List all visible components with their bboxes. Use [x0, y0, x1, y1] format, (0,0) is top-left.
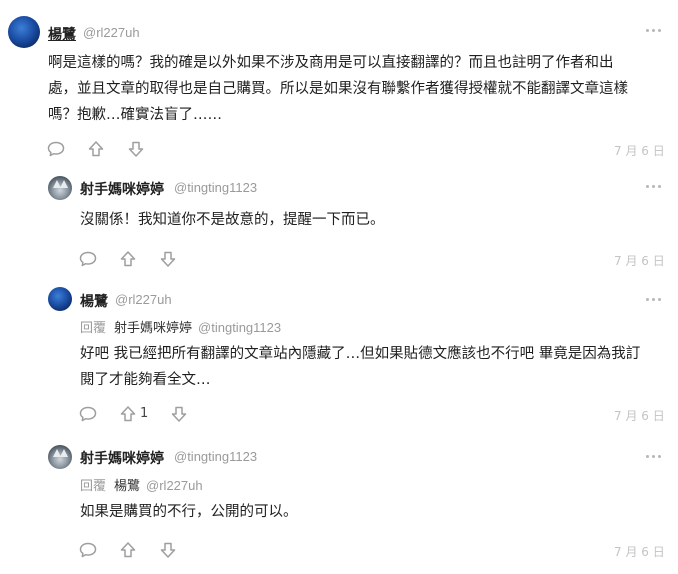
- reply-to: 回覆 楊鷺 @rl227uh: [80, 475, 203, 494]
- reply-label: 回覆: [80, 479, 107, 494]
- reply-label: 回覆: [80, 321, 107, 336]
- author-name[interactable]: 射手媽咪婷婷: [80, 179, 164, 199]
- comment-date: 7 月 6 日: [614, 254, 665, 268]
- upvote-icon[interactable]: [87, 140, 105, 158]
- comment-icon[interactable]: [79, 542, 97, 558]
- comment-body: 啊是這樣的嗎？我的確是以外如果不涉及商用是可以直接翻譯的？而且也註明了作者和出 …: [48, 50, 658, 128]
- upvote-icon[interactable]: [119, 250, 137, 268]
- comment-icon[interactable]: [79, 251, 97, 267]
- comment-line: 如果是購買的不行，公開的可以。: [80, 504, 298, 520]
- avatar[interactable]: [8, 16, 40, 48]
- downvote-icon[interactable]: [159, 541, 177, 559]
- reply-to-handle: @tingting1123: [198, 320, 282, 335]
- comment-icon[interactable]: [47, 141, 65, 157]
- reply-to: 回覆 射手媽咪婷婷 @tingting1123: [80, 317, 281, 336]
- reply-to-handle: @rl227uh: [146, 478, 203, 493]
- upvote-icon[interactable]: [119, 541, 137, 559]
- comment-body: 如果是購買的不行，公開的可以。: [80, 499, 660, 525]
- downvote-icon[interactable]: [127, 140, 145, 158]
- comment-line: 處，並且文章的取得也是自己購買。所以是如果沒有聯繫作者獲得授權就不能翻譯文章這樣: [48, 81, 628, 97]
- comment-body: 沒關係！我知道你不是故意的，提醒一下而已。: [80, 207, 660, 233]
- avatar[interactable]: [48, 287, 72, 311]
- comment-date: 7 月 6 日: [614, 144, 665, 158]
- comment-icon[interactable]: [79, 406, 97, 422]
- more-options-icon[interactable]: [646, 183, 662, 191]
- comment-date: 7 月 6 日: [614, 545, 665, 559]
- more-options-icon[interactable]: [646, 453, 662, 461]
- author-name[interactable]: 楊鷺: [48, 24, 76, 44]
- author-name[interactable]: 楊鷺: [80, 291, 108, 311]
- avatar[interactable]: [48, 176, 72, 200]
- comment-date: 7 月 6 日: [614, 409, 665, 423]
- downvote-icon[interactable]: [170, 405, 188, 423]
- more-options-icon[interactable]: [646, 27, 662, 35]
- author-handle: @tingting1123: [174, 180, 258, 195]
- author-handle: @rl227uh: [115, 292, 172, 307]
- comment-body: 好吧 我已經把所有翻譯的文章站內隱藏了…但如果貼德文應該也不行吧 畢竟是因為我訂…: [80, 341, 670, 393]
- author-handle: @tingting1123: [174, 449, 258, 464]
- more-options-icon[interactable]: [646, 296, 662, 304]
- reply-to-name[interactable]: 射手媽咪婷婷: [114, 321, 192, 336]
- upvote-icon[interactable]: [119, 405, 137, 423]
- author-handle: @rl227uh: [83, 25, 140, 40]
- comment-line: 啊是這樣的嗎？我的確是以外如果不涉及商用是可以直接翻譯的？而且也註明了作者和出: [48, 55, 614, 71]
- reply-to-name[interactable]: 楊鷺: [114, 479, 140, 494]
- downvote-icon[interactable]: [159, 250, 177, 268]
- author-name[interactable]: 射手媽咪婷婷: [80, 448, 164, 468]
- comment-line: 好吧 我已經把所有翻譯的文章站內隱藏了…但如果貼德文應該也不行吧 畢竟是因為我訂: [80, 346, 641, 362]
- comment-line: 閱了才能夠看全文…: [80, 372, 211, 388]
- comment-line: 嗎？抱歉…確實法盲了……: [48, 107, 222, 123]
- upvote-count: 1: [140, 406, 149, 421]
- avatar[interactable]: [48, 445, 72, 469]
- comment-line: 沒關係！我知道你不是故意的，提醒一下而已。: [80, 212, 385, 228]
